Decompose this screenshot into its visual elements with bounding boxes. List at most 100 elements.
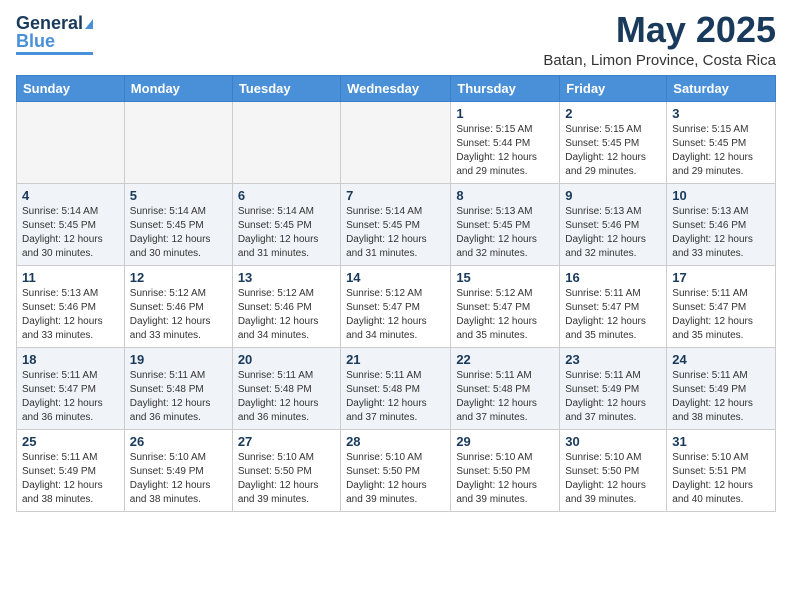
day-info: Sunrise: 5:15 AM Sunset: 5:45 PM Dayligh… [672,123,770,179]
col-header-monday: Monday [124,75,232,101]
day-number: 8 [456,188,554,203]
col-header-wednesday: Wednesday [341,75,451,101]
day-number: 18 [22,352,119,367]
day-info: Sunrise: 5:10 AM Sunset: 5:50 PM Dayligh… [456,451,554,507]
calendar-cell [17,101,125,183]
day-info: Sunrise: 5:12 AM Sunset: 5:46 PM Dayligh… [130,287,227,343]
day-number: 9 [565,188,661,203]
day-info: Sunrise: 5:11 AM Sunset: 5:48 PM Dayligh… [130,369,227,425]
calendar-cell: 3 Sunrise: 5:15 AM Sunset: 5:45 PM Daylig… [667,101,776,183]
day-number: 21 [346,352,445,367]
calendar-header-row: SundayMondayTuesdayWednesdayThursdayFrid… [17,75,776,101]
calendar-cell: 21 Sunrise: 5:11 AM Sunset: 5:48 PM Dayli… [341,347,451,429]
day-number: 25 [22,434,119,449]
day-info: Sunrise: 5:11 AM Sunset: 5:48 PM Dayligh… [456,369,554,425]
day-info: Sunrise: 5:10 AM Sunset: 5:49 PM Dayligh… [130,451,227,507]
day-number: 7 [346,188,445,203]
calendar-week-1: 1 Sunrise: 5:15 AM Sunset: 5:44 PM Daylig… [17,101,776,183]
day-info: Sunrise: 5:11 AM Sunset: 5:49 PM Dayligh… [22,451,119,507]
calendar-cell: 11 Sunrise: 5:13 AM Sunset: 5:46 PM Dayli… [17,265,125,347]
day-info: Sunrise: 5:14 AM Sunset: 5:45 PM Dayligh… [22,205,119,261]
calendar-cell: 1 Sunrise: 5:15 AM Sunset: 5:44 PM Daylig… [451,101,560,183]
calendar-cell: 28Sunrise: 5:10 AM Sunset: 5:50 PM Dayli… [341,429,451,511]
day-info: Sunrise: 5:15 AM Sunset: 5:44 PM Dayligh… [456,123,554,179]
calendar-cell: 31Sunrise: 5:10 AM Sunset: 5:51 PM Dayli… [667,429,776,511]
header-right: May 2025 Batan, Limon Province, Costa Ri… [543,10,776,69]
day-info: Sunrise: 5:11 AM Sunset: 5:47 PM Dayligh… [672,287,770,343]
calendar-cell: 25 Sunrise: 5:11 AM Sunset: 5:49 PM Dayli… [17,429,125,511]
day-info: Sunrise: 5:13 AM Sunset: 5:45 PM Dayligh… [456,205,554,261]
day-number: 5 [130,188,227,203]
day-number: 11 [22,270,119,285]
day-number: 15 [456,270,554,285]
day-number: 19 [130,352,227,367]
logo-text: General [16,14,93,32]
day-info: Sunrise: 5:11 AM Sunset: 5:49 PM Dayligh… [565,369,661,425]
month-title: May 2025 [543,10,776,50]
col-header-sunday: Sunday [17,75,125,101]
day-info: Sunrise: 5:12 AM Sunset: 5:46 PM Dayligh… [238,287,335,343]
calendar-week-5: 25 Sunrise: 5:11 AM Sunset: 5:49 PM Dayli… [17,429,776,511]
calendar-cell: 17 Sunrise: 5:11 AM Sunset: 5:47 PM Dayli… [667,265,776,347]
day-number: 14 [346,270,445,285]
calendar-cell: 9 Sunrise: 5:13 AM Sunset: 5:46 PM Daylig… [560,183,667,265]
calendar-cell: 7 Sunrise: 5:14 AM Sunset: 5:45 PM Daylig… [341,183,451,265]
logo: General Blue [16,14,93,55]
day-number: 10 [672,188,770,203]
day-number: 22 [456,352,554,367]
calendar-week-4: 18 Sunrise: 5:11 AM Sunset: 5:47 PM Dayli… [17,347,776,429]
day-number: 13 [238,270,335,285]
day-info: Sunrise: 5:15 AM Sunset: 5:45 PM Dayligh… [565,123,661,179]
day-number: 12 [130,270,227,285]
calendar-cell: 16Sunrise: 5:11 AM Sunset: 5:47 PM Dayli… [560,265,667,347]
day-info: Sunrise: 5:12 AM Sunset: 5:47 PM Dayligh… [456,287,554,343]
day-number: 1 [456,106,554,121]
day-number: 24 [672,352,770,367]
location-title: Batan, Limon Province, Costa Rica [543,52,776,69]
calendar-cell: 24 Sunrise: 5:11 AM Sunset: 5:49 PM Dayli… [667,347,776,429]
calendar-cell: 19 Sunrise: 5:11 AM Sunset: 5:48 PM Dayli… [124,347,232,429]
calendar-cell: 26Sunrise: 5:10 AM Sunset: 5:49 PM Dayli… [124,429,232,511]
day-number: 2 [565,106,661,121]
calendar-cell: 10Sunrise: 5:13 AM Sunset: 5:46 PM Dayli… [667,183,776,265]
day-number: 4 [22,188,119,203]
day-number: 31 [672,434,770,449]
day-number: 30 [565,434,661,449]
col-header-tuesday: Tuesday [232,75,340,101]
logo-triangle-icon [85,19,93,29]
day-info: Sunrise: 5:13 AM Sunset: 5:46 PM Dayligh… [565,205,661,261]
day-number: 17 [672,270,770,285]
day-info: Sunrise: 5:11 AM Sunset: 5:49 PM Dayligh… [672,369,770,425]
calendar-cell: 8 Sunrise: 5:13 AM Sunset: 5:45 PM Daylig… [451,183,560,265]
calendar-cell: 29Sunrise: 5:10 AM Sunset: 5:50 PM Dayli… [451,429,560,511]
day-info: Sunrise: 5:11 AM Sunset: 5:47 PM Dayligh… [22,369,119,425]
day-info: Sunrise: 5:14 AM Sunset: 5:45 PM Dayligh… [346,205,445,261]
day-info: Sunrise: 5:11 AM Sunset: 5:48 PM Dayligh… [346,369,445,425]
calendar-cell: 12 Sunrise: 5:12 AM Sunset: 5:46 PM Dayli… [124,265,232,347]
day-number: 23 [565,352,661,367]
calendar-cell: 5Sunrise: 5:14 AM Sunset: 5:45 PM Daylig… [124,183,232,265]
calendar-cell: 13 Sunrise: 5:12 AM Sunset: 5:46 PM Dayli… [232,265,340,347]
day-number: 16 [565,270,661,285]
calendar-cell [341,101,451,183]
calendar-cell: 27 Sunrise: 5:10 AM Sunset: 5:50 PM Dayli… [232,429,340,511]
calendar-cell: 2 Sunrise: 5:15 AM Sunset: 5:45 PM Daylig… [560,101,667,183]
calendar-cell: 18 Sunrise: 5:11 AM Sunset: 5:47 PM Dayli… [17,347,125,429]
day-info: Sunrise: 5:14 AM Sunset: 5:45 PM Dayligh… [238,205,335,261]
day-number: 28 [346,434,445,449]
calendar-cell: 23 Sunrise: 5:11 AM Sunset: 5:49 PM Dayli… [560,347,667,429]
day-number: 20 [238,352,335,367]
calendar: SundayMondayTuesdayWednesdayThursdayFrid… [16,75,776,512]
header: General Blue May 2025 Batan, Limon Provi… [16,10,776,69]
day-info: Sunrise: 5:12 AM Sunset: 5:47 PM Dayligh… [346,287,445,343]
day-info: Sunrise: 5:10 AM Sunset: 5:50 PM Dayligh… [238,451,335,507]
calendar-cell: 4 Sunrise: 5:14 AM Sunset: 5:45 PM Daylig… [17,183,125,265]
day-info: Sunrise: 5:13 AM Sunset: 5:46 PM Dayligh… [22,287,119,343]
day-number: 3 [672,106,770,121]
calendar-week-3: 11 Sunrise: 5:13 AM Sunset: 5:46 PM Dayli… [17,265,776,347]
day-info: Sunrise: 5:10 AM Sunset: 5:50 PM Dayligh… [565,451,661,507]
day-number: 27 [238,434,335,449]
col-header-saturday: Saturday [667,75,776,101]
col-header-thursday: Thursday [451,75,560,101]
logo-general: General [16,13,83,33]
